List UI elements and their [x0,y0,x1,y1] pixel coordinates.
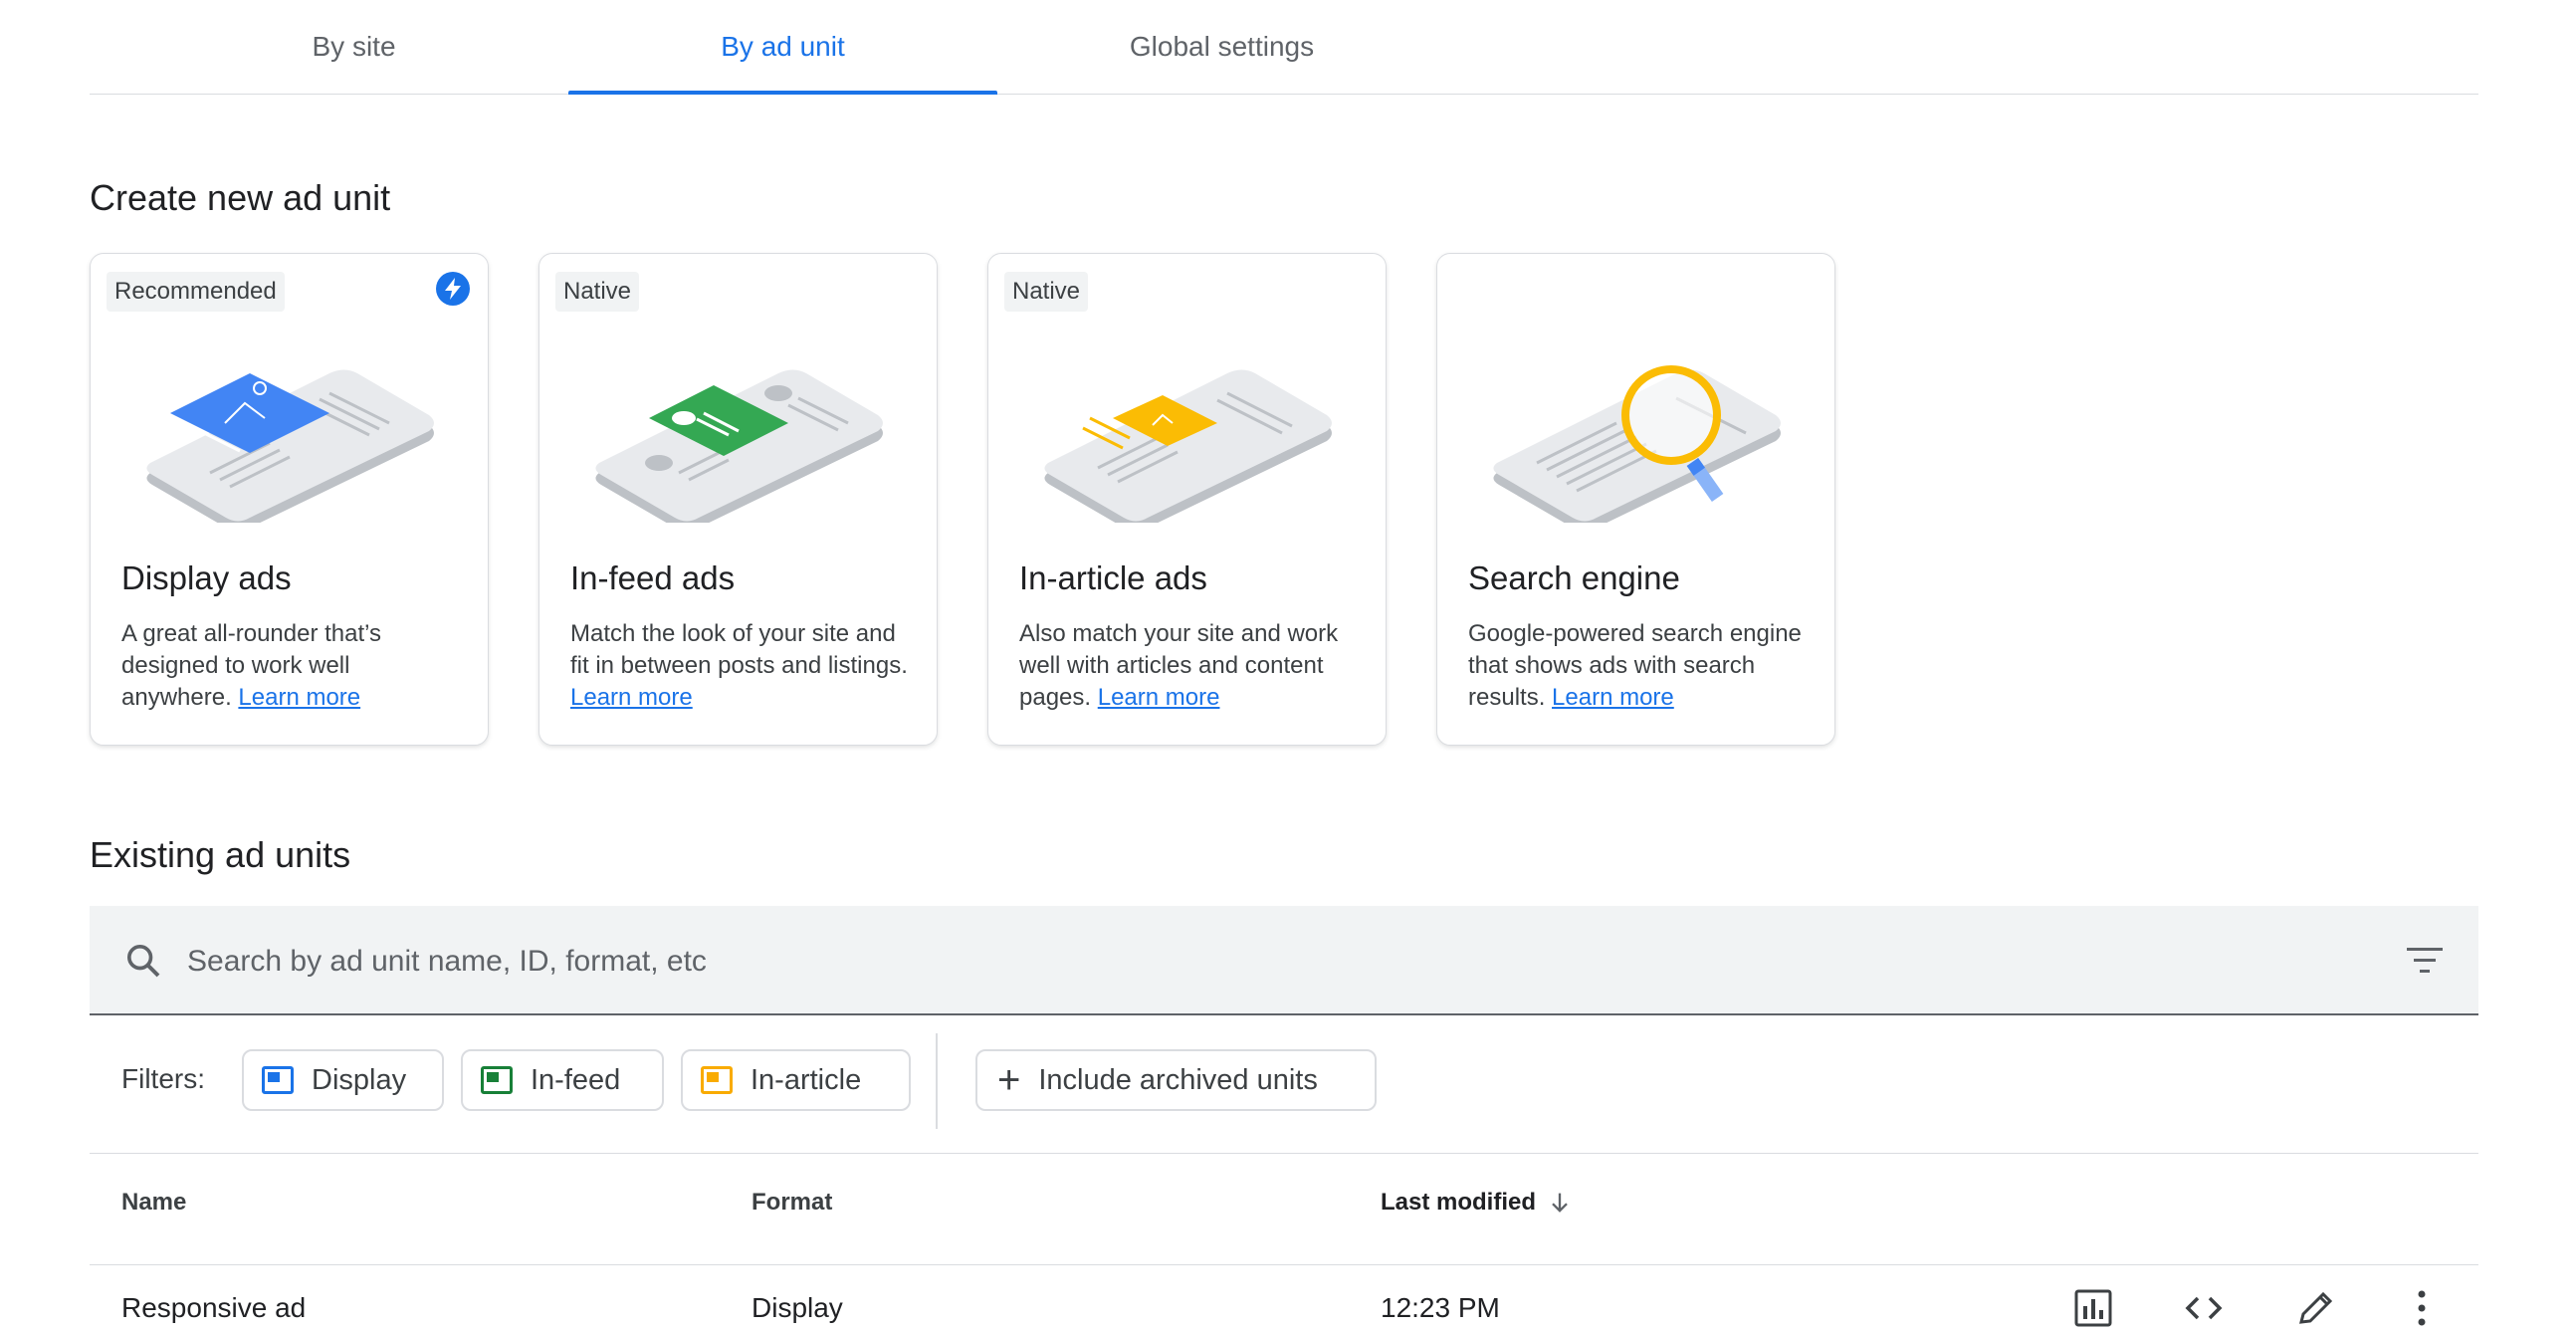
card-title: Search engine [1468,559,1680,596]
in-article-ads-illustration [1044,369,1332,523]
table-top-divider [90,1153,2478,1154]
card-title: In-article ads [1019,559,1207,596]
more-vert-icon[interactable] [2400,1288,2444,1328]
card-description: Also match your site and work well with … [1019,620,1339,711]
learn-more-link[interactable]: Learn more [570,684,693,711]
tab-by-site[interactable]: By site [90,0,618,94]
card-in-feed-ads[interactable]: Native In-feed ads Match the look of you… [538,253,938,746]
card-title: In-feed ads [570,559,736,596]
filters-divider [936,1033,938,1129]
active-tab-indicator [568,91,997,95]
card-display-ads[interactable]: Recommended Display ads A great all-roun… [90,253,489,746]
create-section-title: Create new ad unit [90,177,391,218]
existing-section-title: Existing ad units [90,834,351,875]
card-description: A great all-rounder that’s designed to w… [121,620,382,711]
in-feed-ads-illustration [595,369,883,523]
chip-label: In-article [751,1063,862,1096]
learn-more-link[interactable]: Learn more [238,684,360,711]
row-format: Display [751,1292,843,1323]
tab-global-settings[interactable]: Global settings [1007,0,1436,94]
include-archived-button[interactable]: + Include archived units [975,1049,1377,1111]
column-header-format[interactable]: Format [751,1189,832,1217]
filter-list-icon[interactable] [2405,944,2445,978]
search-engine-illustration [1493,365,1781,523]
column-header-label: Last modified [1381,1189,1537,1216]
card-badge: Recommended [107,272,285,312]
learn-more-link[interactable]: Learn more [1552,684,1674,711]
filter-chip-display[interactable]: Display [242,1049,444,1111]
tabs-divider [90,94,2478,95]
archived-label: Include archived units [1038,1063,1318,1096]
row-last-modified: 12:23 PM [1381,1292,1500,1323]
table-header-divider [90,1264,2478,1265]
display-ads-illustration [146,369,434,523]
filter-chip-in-feed[interactable]: In-feed [461,1049,664,1111]
lightning-bolt-icon [436,272,470,306]
in-feed-format-icon [481,1066,513,1094]
card-description: Match the look of your site and fit in b… [570,620,908,711]
filter-chip-in-article[interactable]: In-article [681,1049,911,1111]
search-input[interactable] [185,934,2279,990]
card-title: Display ads [121,559,292,596]
learn-more-link[interactable]: Learn more [1098,684,1220,711]
arrow-down-icon [1552,1193,1568,1213]
card-in-article-ads[interactable]: Native In-article ads Also match your si… [987,253,1387,746]
chip-label: Display [312,1063,407,1096]
code-icon[interactable] [2182,1288,2226,1328]
add-icon: + [997,1058,1021,1102]
card-search-engine[interactable]: Search engine Google-powered search engi… [1436,253,1835,746]
row-name[interactable]: Responsive ad [121,1292,306,1324]
pencil-icon[interactable] [2293,1288,2337,1328]
in-article-format-icon [701,1066,733,1094]
search-icon [126,945,160,978]
card-badge: Native [555,272,640,312]
bar-chart-icon[interactable] [2070,1288,2114,1328]
chip-label: In-feed [531,1063,621,1096]
column-header-name[interactable]: Name [121,1189,186,1217]
search-bar [90,906,2478,1015]
filters-label: Filters: [121,1063,205,1094]
tab-by-ad-unit[interactable]: By ad unit [568,0,997,94]
card-badge: Native [1004,272,1089,312]
column-header-last-modified[interactable]: Last modified [1381,1189,1574,1217]
display-format-icon [262,1066,294,1094]
card-description: Google-powered search engine that shows … [1468,620,1802,711]
